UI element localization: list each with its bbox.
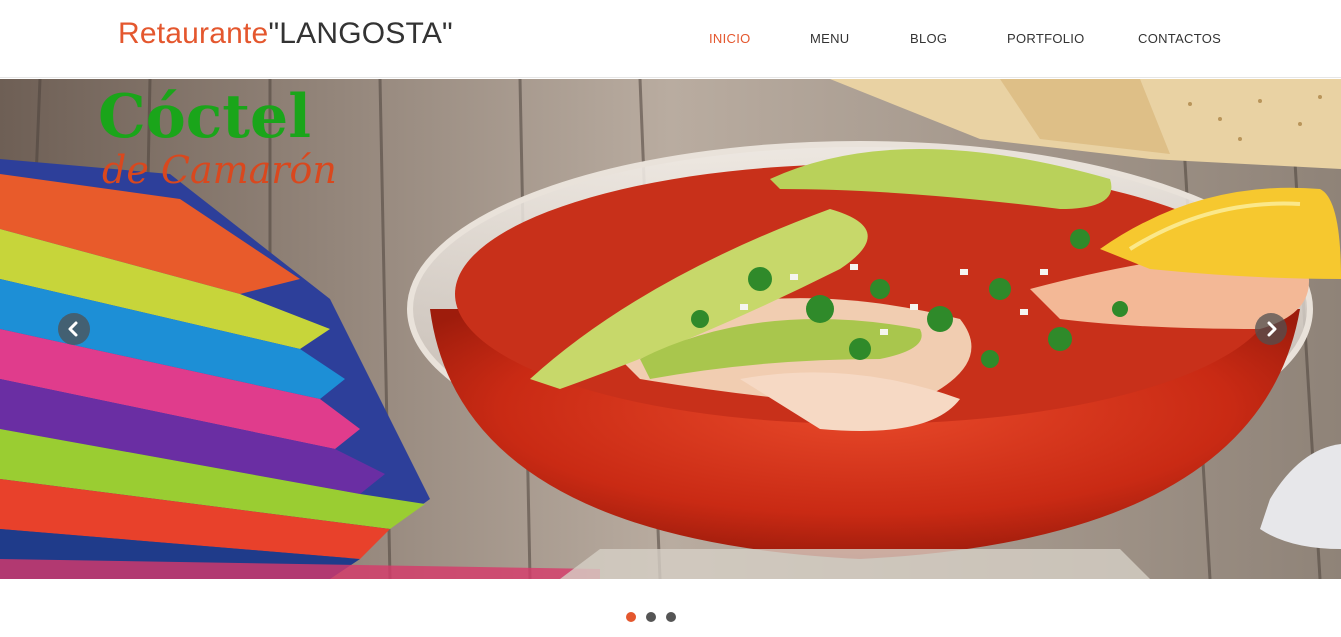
slide-title: Cóctel (98, 82, 311, 152)
site-header: Retaurante"LANGOSTA" INICIO MENU BLOG PO… (0, 0, 1341, 78)
slider-dot-2[interactable] (646, 612, 656, 622)
nav-item-contactos[interactable]: CONTACTOS (1138, 30, 1221, 48)
hero-slider: Cóctel de Camarón (0, 79, 1341, 579)
nav-item-inicio[interactable]: INICIO (709, 30, 751, 48)
slider-dot-3[interactable] (666, 612, 676, 622)
nav-item-blog[interactable]: BLOG (910, 30, 947, 48)
nav-item-portfolio[interactable]: PORTFOLIO (1007, 30, 1085, 48)
main-nav: INICIO MENU BLOG PORTFOLIO CONTACTOS (0, 30, 1341, 50)
nav-item-menu[interactable]: MENU (810, 30, 849, 48)
chevron-left-icon (68, 321, 78, 337)
slide-image: Cóctel de Camarón (0, 79, 1341, 579)
chevron-right-icon (1267, 321, 1277, 337)
slide-subtitle: de Camarón (102, 148, 337, 192)
slider-next-button[interactable] (1255, 313, 1287, 345)
slider-dot-1[interactable] (626, 612, 636, 622)
slider-prev-button[interactable] (58, 313, 90, 345)
